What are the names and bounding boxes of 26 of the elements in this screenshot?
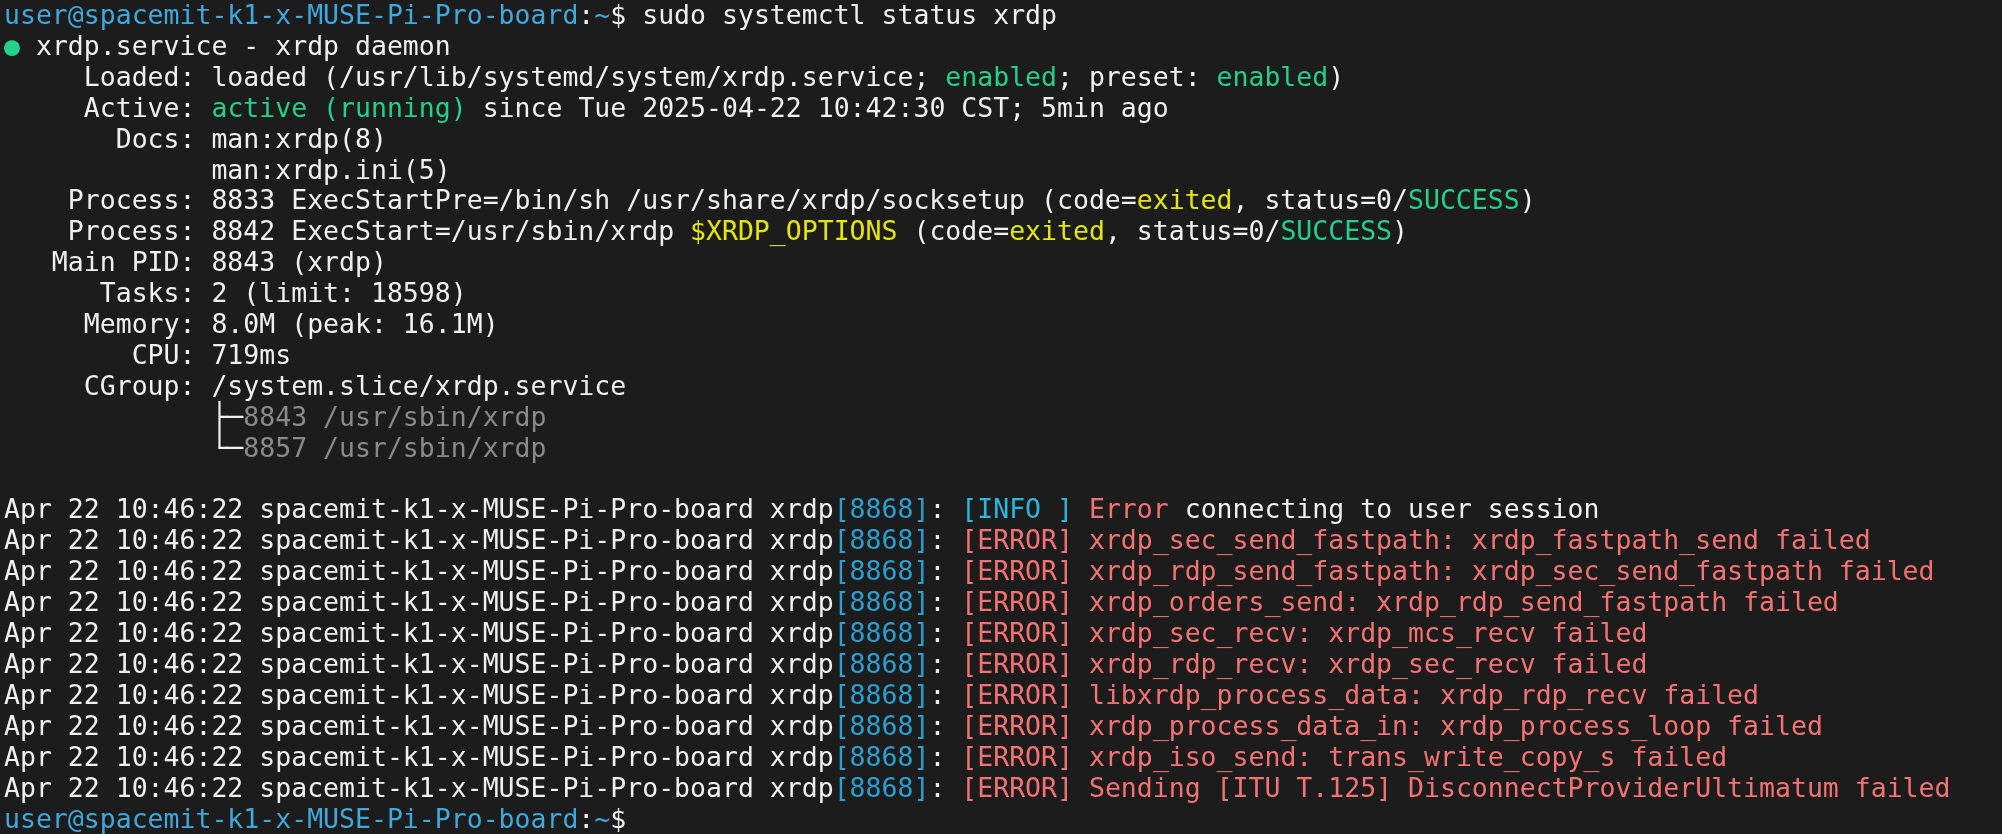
- log-line: Apr 22 10:46:22 spacemit-k1-x-MUSE-Pi-Pro-board xrdp[8868]: [ERROR] Sending [ITU T.125] DisconnectProviderUltimatum failed: [4, 772, 1951, 804]
- status-line: Docs: man:xrdp(8): [114, 123, 387, 155]
- status-line: Active: active (running) since Tue 2025-04-22 10:42:30 CST; 5min ago: [82, 92, 1169, 124]
- log-line: Apr 22 10:46:22 spacemit-k1-x-MUSE-Pi-Pro-board xrdp[8868]: [ERROR] xrdp_sec_recv: xrdp_mcs_recv failed: [4, 618, 1648, 649]
- status-line: └─8857 /usr/sbin/xrdp: [210, 432, 547, 464]
- status-line: Main PID: 8843 (xrdp): [50, 247, 387, 279]
- log-line: Apr 22 10:46:22 spacemit-k1-x-MUSE-Pi-Pro-board xrdp[8868]: [ERROR] xrdp_rdp_recv: xrdp_sec_recv failed: [4, 649, 1648, 680]
- status-line: Process: 8833 ExecStartPre=/bin/sh /usr/share/xrdp/socksetup (code=exited, status=0/SUCCESS): [66, 185, 1536, 217]
- status-line: man:xrdp.ini(5): [210, 154, 451, 186]
- log-line: Apr 22 10:46:22 spacemit-k1-x-MUSE-Pi-Pro-board xrdp[8868]: [ERROR] xrdp_iso_send: trans_write_copy_s failed: [4, 741, 1728, 773]
- status-line: ├─8843 /usr/sbin/xrdp: [210, 401, 547, 433]
- status-line: CGroup: /system.slice/xrdp.service: [82, 370, 627, 401]
- status-line: Tasks: 2 (limit: 18598): [98, 278, 467, 310]
- log-line: Apr 22 10:46:22 spacemit-k1-x-MUSE-Pi-Pro-board xrdp[8868]: [ERROR] libxrdp_process_data: xrdp_rdp_recv failed: [4, 679, 1759, 711]
- log-line: Apr 22 10:46:22 spacemit-k1-x-MUSE-Pi-Pro-board xrdp[8868]: [INFO ] Error connecting to user session: [4, 494, 1600, 526]
- log-line: Apr 22 10:46:22 spacemit-k1-x-MUSE-Pi-Pro-board xrdp[8868]: [ERROR] xrdp_process_data_in: xrdp_process_loop failed: [4, 710, 1823, 742]
- command-line: user@spacemit-k1-x-MUSE-Pi-Pro-board:~$ sudo systemctl status xrdp: [4, 0, 1058, 31]
- log-line: Apr 22 10:46:22 spacemit-k1-x-MUSE-Pi-Pro-board xrdp[8868]: [ERROR] xrdp_rdp_send_fastpath: xrdp_sec_send_fastpath failed: [4, 556, 1935, 588]
- log-line: Apr 22 10:46:22 spacemit-k1-x-MUSE-Pi-Pro-board xrdp[8868]: [ERROR] xrdp_orders_send: xrdp_rdp_send_fastpath failed: [4, 587, 1839, 619]
- status-line: Process: 8842 ExecStart=/usr/sbin/xrdp $XRDP_OPTIONS (code=exited, status=0/SUCCESS): [66, 216, 1409, 248]
- status-line: CPU: 719ms: [131, 339, 292, 371]
- prompt-line: user@spacemit-k1-x-MUSE-Pi-Pro-board:~$: [4, 803, 627, 834]
- status-line: Memory: 8.0M (peak: 16.1M): [82, 309, 499, 340]
- status-line: Loaded: loaded (/usr/lib/systemd/system/xrdp.service; enabled; preset: enabled): [83, 61, 1345, 93]
- status-line: ● xrdp.service - xrdp daemon: [4, 30, 451, 62]
- log-line: Apr 22 10:46:22 spacemit-k1-x-MUSE-Pi-Pro-board xrdp[8868]: [ERROR] xrdp_sec_send_fastpath: xrdp_fastpath_send failed: [4, 525, 1871, 557]
